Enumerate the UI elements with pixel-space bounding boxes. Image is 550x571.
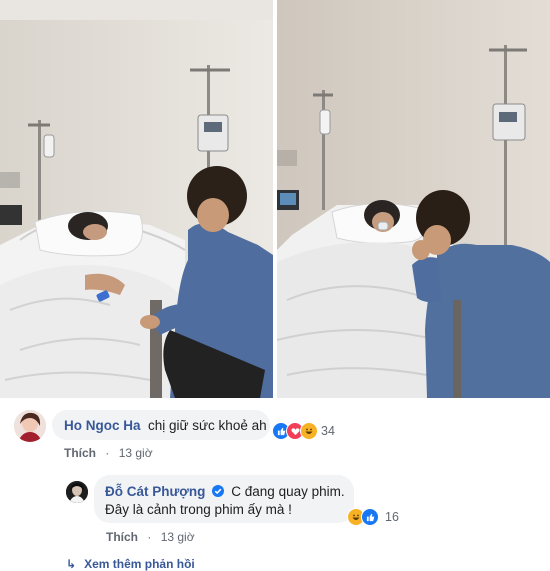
reaction-summary[interactable]: 16	[347, 508, 399, 526]
view-more-replies[interactable]: ↳ Xem thêm phản hồi	[66, 557, 195, 571]
reply-timestamp[interactable]: 13 giờ	[161, 530, 195, 544]
avatar[interactable]	[66, 481, 88, 503]
reply-author[interactable]: Đỗ Cát Phượng	[105, 484, 205, 499]
user-photo-icon	[14, 410, 46, 442]
verified-badge-icon	[211, 485, 224, 497]
dot-separator: ·	[105, 446, 110, 460]
dot-separator: ·	[147, 530, 152, 544]
photo-hospital-right[interactable]	[277, 0, 550, 398]
avatar[interactable]	[14, 410, 46, 442]
comment-actions: Thích · 13 giờ	[64, 446, 153, 460]
reaction-count: 34	[321, 424, 335, 438]
post-photos	[0, 0, 550, 398]
reply-bubble: Đỗ Cát Phượng C đang quay phim. Đây là c…	[94, 475, 354, 523]
comment-author[interactable]: Ho Ngoc Ha	[64, 418, 141, 433]
comment-timestamp[interactable]: 13 giờ	[119, 446, 153, 460]
user-photo-icon	[66, 481, 88, 503]
reply-actions: Thích · 13 giờ	[106, 530, 195, 544]
comment-bubble: Ho Ngoc Ha chị giữ sức khoẻ ah	[52, 410, 270, 440]
view-more-replies-label: Xem thêm phản hồi	[84, 557, 195, 571]
comment-text: chị giữ sức khoẻ ah	[147, 418, 267, 433]
reply-text-line2: Đây là cảnh trong phim ấy mà !	[105, 502, 292, 517]
reply-arrow-icon: ↳	[66, 557, 77, 571]
like-icon	[361, 508, 379, 526]
reaction-count: 16	[385, 510, 399, 524]
photo-hospital-left[interactable]	[0, 0, 273, 398]
reply-text-line1: C đang quay phim.	[231, 484, 345, 499]
reaction-summary[interactable]: 34	[272, 422, 335, 440]
like-link[interactable]: Thích	[106, 530, 138, 544]
comments-section: Ho Ngoc Ha chị giữ sức khoẻ ah 34 Thích …	[0, 398, 550, 571]
haha-icon	[300, 422, 318, 440]
like-link[interactable]: Thích	[64, 446, 96, 460]
